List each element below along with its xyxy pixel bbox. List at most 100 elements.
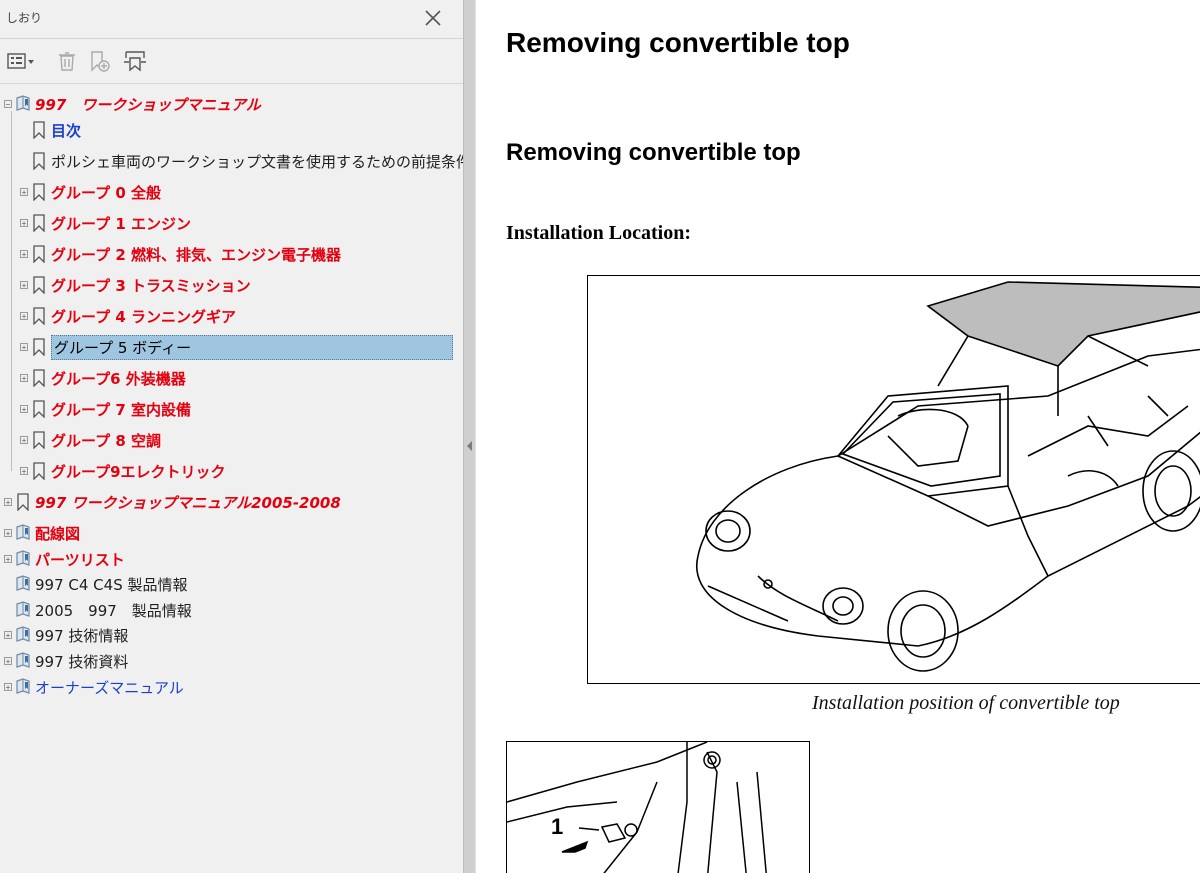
- bookmark-label: グループ 7 室内設備: [51, 400, 191, 419]
- bookmark-item[interactable]: + 配線図: [4, 521, 80, 545]
- bookmark-label: グループ 8 空調: [51, 431, 161, 450]
- installation-location-label: Installation Location:: [506, 222, 692, 244]
- bookmark-icon: [31, 245, 51, 263]
- list-options-icon[interactable]: [6, 50, 38, 72]
- bookmark-item[interactable]: + グループ 2 燃料、排気、エンジン電子機器: [20, 242, 341, 266]
- expander-icon[interactable]: −: [4, 100, 12, 109]
- bookmark-item[interactable]: 997 C4 C4S 製品情報: [4, 572, 188, 596]
- expander-icon[interactable]: +: [4, 631, 12, 640]
- divider: [0, 38, 463, 39]
- bookmark-item[interactable]: + グループ 7 室内設備: [20, 397, 191, 421]
- book-bookmark-icon: [15, 652, 35, 670]
- bookmark-item[interactable]: +997 技術資料: [4, 649, 128, 673]
- bookmark-icon: [31, 152, 51, 170]
- expander-icon[interactable]: +: [20, 436, 28, 445]
- bookmark-item[interactable]: ポルシェ車両のワークショップ文書を使用するための前提条件: [20, 149, 471, 173]
- tree-guide: [11, 111, 12, 471]
- bookmarks-panel: しおり − 997 ワークショップマニュアル目次ポルシェ車両のワークショップ文書を…: [0, 0, 471, 873]
- bookmark-icon: [31, 338, 51, 356]
- bookmark-item[interactable]: + グループ 3 トラスミッション: [20, 273, 251, 297]
- bookmark-label: 配線図: [35, 524, 81, 543]
- convertible-car-figure: [587, 275, 1200, 684]
- bookmark-icon: [31, 400, 51, 418]
- bookmark-item[interactable]: +997 ワークショップマニュアル2005-2008: [4, 490, 341, 514]
- bookmark-item[interactable]: − 997 ワークショップマニュアル: [4, 92, 261, 116]
- bookmark-label: 目次: [51, 121, 82, 140]
- detail-figure: 1: [506, 741, 810, 873]
- bookmark-icon: [31, 276, 51, 294]
- bookmark-label: グループ 3 トラスミッション: [51, 276, 251, 295]
- book-bookmark-icon: [15, 601, 35, 619]
- bookmark-item[interactable]: +997 技術情報: [4, 623, 128, 647]
- section-heading: Removing convertible top: [506, 139, 801, 166]
- book-bookmark-icon: [15, 626, 35, 644]
- bookmark-label: グループ 1 エンジン: [51, 214, 191, 233]
- figure-caption: Installation position of convertible top: [812, 692, 1120, 714]
- bookmark-label: 997 技術資料: [35, 652, 129, 671]
- bookmark-label: グループ 2 燃料、排気、エンジン電子機器: [51, 245, 341, 264]
- bookmark-label: 997 ワークショップマニュアル2005-2008: [35, 493, 341, 512]
- bookmark-item[interactable]: + グループ 1 エンジン: [20, 211, 191, 235]
- expander-icon[interactable]: +: [20, 343, 28, 352]
- trash-icon[interactable]: [56, 50, 78, 72]
- expander-icon[interactable]: +: [20, 188, 28, 197]
- bookmark-item[interactable]: + グループ 4 ランニングギア: [20, 304, 236, 328]
- expander-icon[interactable]: +: [20, 219, 28, 228]
- expander-icon[interactable]: +: [20, 405, 28, 414]
- expander-icon[interactable]: +: [20, 467, 28, 476]
- expand-bookmark-icon[interactable]: [122, 50, 148, 72]
- book-bookmark-icon: [15, 575, 35, 593]
- bookmark-icon: [31, 307, 51, 325]
- bookmark-label: グループ6 外装機器: [51, 369, 186, 388]
- book-bookmark-icon: [15, 678, 35, 696]
- expander-icon[interactable]: +: [4, 555, 12, 564]
- collapse-arrow-icon[interactable]: [467, 441, 472, 451]
- bookmark-label: オーナーズマニュアル: [35, 678, 184, 697]
- bookmark-label: 997 C4 C4S 製品情報: [35, 575, 188, 594]
- bookmark-item[interactable]: + オーナーズマニュアル: [4, 675, 184, 699]
- callout-number: 1: [551, 814, 563, 839]
- convertible-car-drawing: [695, 281, 1200, 672]
- bookmark-icon: [31, 369, 51, 387]
- bookmark-item[interactable]: 2005 997 製品情報: [4, 598, 192, 622]
- close-icon[interactable]: [424, 9, 442, 27]
- expander-icon[interactable]: +: [20, 281, 28, 290]
- bookmark-icon: [31, 183, 51, 201]
- expander-icon[interactable]: +: [4, 498, 12, 507]
- expander-icon[interactable]: +: [4, 529, 12, 538]
- book-bookmark-icon: [15, 550, 35, 568]
- bookmark-item[interactable]: + グループ9エレクトリック: [20, 459, 226, 483]
- bookmark-label: 997 ワークショップマニュアル: [35, 95, 261, 114]
- document-view: Removing convertible top Removing conver…: [476, 0, 1200, 873]
- panel-splitter[interactable]: [463, 0, 476, 873]
- bookmark-label: グループ 4 ランニングギア: [51, 307, 236, 326]
- page-title: Removing convertible top: [506, 27, 850, 58]
- expander-icon[interactable]: +: [4, 683, 12, 692]
- new-bookmark-icon[interactable]: [88, 50, 110, 72]
- bookmark-label: 997 技術情報: [35, 626, 129, 645]
- bookmark-label: パーツリスト: [35, 550, 125, 569]
- bookmark-label: 2005 997 製品情報: [35, 601, 192, 620]
- bookmark-item[interactable]: + グループ 0 全般: [20, 180, 161, 204]
- expander-icon[interactable]: +: [20, 374, 28, 383]
- bookmark-icon: [31, 431, 51, 449]
- divider: [0, 83, 463, 84]
- book-bookmark-icon: [15, 95, 35, 113]
- bookmark-label: ポルシェ車両のワークショップ文書を使用するための前提条件: [51, 152, 472, 171]
- bookmark-icon: [15, 493, 35, 511]
- bookmark-icon: [31, 462, 51, 480]
- bookmark-item[interactable]: + パーツリスト: [4, 547, 125, 571]
- expander-icon[interactable]: +: [20, 250, 28, 259]
- book-bookmark-icon: [15, 524, 35, 542]
- bookmark-item[interactable]: + グループ6 外装機器: [20, 366, 186, 390]
- panel-title: しおり: [6, 11, 43, 25]
- bookmark-item[interactable]: + グループ 5 ボディー: [20, 334, 453, 360]
- expander-icon[interactable]: +: [4, 657, 12, 666]
- bookmark-label: グループ9エレクトリック: [51, 462, 226, 481]
- bookmark-label: グループ 5 ボディー: [51, 334, 453, 360]
- expander-icon[interactable]: +: [20, 312, 28, 321]
- bookmark-label: グループ 0 全般: [51, 183, 161, 202]
- bookmark-item[interactable]: 目次: [20, 118, 81, 142]
- bookmark-item[interactable]: + グループ 8 空調: [20, 428, 161, 452]
- bookmark-icon: [31, 121, 51, 139]
